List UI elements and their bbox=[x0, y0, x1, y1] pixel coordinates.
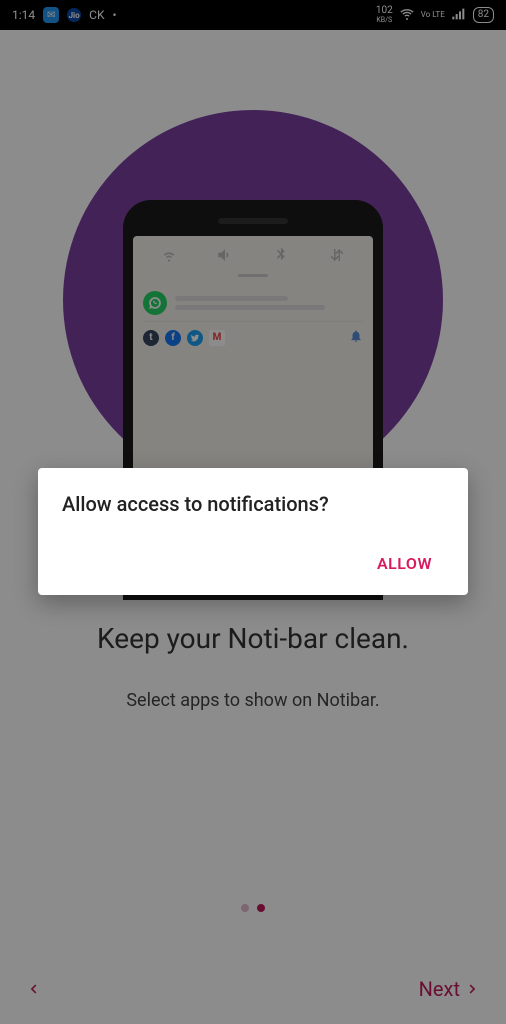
allow-button[interactable]: ALLOW bbox=[365, 544, 444, 583]
permission-dialog: Allow access to notifications? ALLOW bbox=[38, 468, 468, 595]
dialog-title: Allow access to notifications? bbox=[62, 492, 444, 516]
